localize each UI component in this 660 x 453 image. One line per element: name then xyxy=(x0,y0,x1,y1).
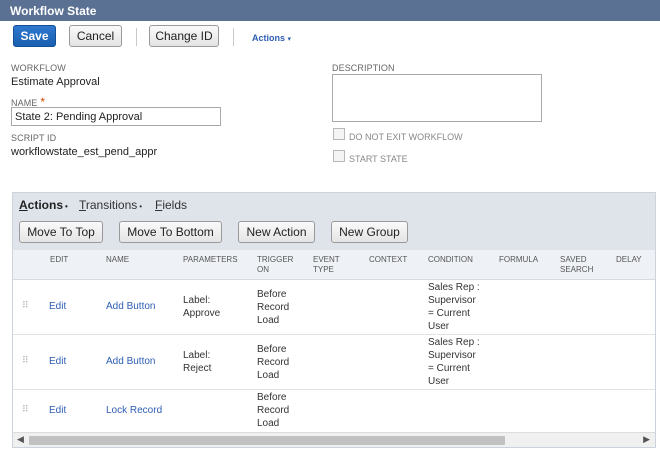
do-not-exit-workflow-label: DO NOT EXIT WORKFLOW xyxy=(349,132,463,142)
toolbar-divider xyxy=(136,28,137,46)
do-not-exit-workflow-checkbox[interactable] xyxy=(333,128,345,140)
title-bar: Workflow State xyxy=(0,0,660,21)
trigger-line: Before xyxy=(257,289,287,300)
workflow-label: WORKFLOW xyxy=(11,63,66,73)
column-context: CONTEXT xyxy=(369,255,408,264)
drag-handle-icon[interactable]: ⠿ xyxy=(22,356,29,365)
action-name-link[interactable]: Add Button xyxy=(106,355,155,368)
condition-cell: Sales Rep : Supervisor = Current User xyxy=(428,336,480,388)
trigger-line: Record xyxy=(257,302,290,313)
tab-transitions-marker: • xyxy=(139,202,143,211)
condition-cell: Sales Rep : Supervisor = Current User xyxy=(428,281,480,333)
save-button[interactable]: Save xyxy=(13,25,56,47)
column-trigger-on-line2: ON xyxy=(257,265,269,274)
action-name-link[interactable]: Add Button xyxy=(106,300,155,313)
trigger-on-cell: Before Record Load xyxy=(257,391,289,430)
tab-actions-marker: • xyxy=(65,202,68,211)
new-action-button[interactable]: New Action xyxy=(238,221,315,243)
condition-line: Sales Rep : xyxy=(428,282,480,293)
column-saved-search-line2: SEARCH xyxy=(560,265,594,274)
trigger-on-cell: Before Record Load xyxy=(257,343,289,382)
script-id-value: workflowstate_est_pend_appr xyxy=(11,146,158,158)
workflow-value: Estimate Approval xyxy=(11,76,100,88)
start-state-label: START STATE xyxy=(349,154,408,164)
edit-link[interactable]: Edit xyxy=(49,404,66,417)
grid-header: EDIT NAME PARAMETERS TRIGGER ON EVENT TY… xyxy=(13,250,655,280)
change-id-button[interactable]: Change ID xyxy=(149,25,219,47)
column-event-type: EVENT TYPE xyxy=(313,255,340,275)
condition-line: Sales Rep : xyxy=(428,337,480,348)
new-group-button[interactable]: New Group xyxy=(331,221,408,243)
column-parameters: PARAMETERS xyxy=(183,255,238,264)
toolbar-divider xyxy=(233,28,234,46)
trigger-line: Load xyxy=(257,315,280,326)
parameters-cell: Label: Reject xyxy=(183,349,211,375)
parameters-cell: Label: Approve xyxy=(183,294,220,320)
parameters-line: Reject xyxy=(183,363,212,374)
table-row[interactable]: ⠿ Edit Add Button Label: Approve Before … xyxy=(13,280,655,335)
trigger-line: Load xyxy=(257,370,280,381)
trigger-line: Load xyxy=(257,418,280,429)
cancel-button[interactable]: Cancel xyxy=(69,25,122,47)
tab-actions-hotkey: A xyxy=(19,198,28,212)
description-label: DESCRIPTION xyxy=(332,63,395,73)
trigger-on-cell: Before Record Load xyxy=(257,288,289,327)
move-to-bottom-button[interactable]: Move To Bottom xyxy=(119,221,222,243)
column-condition: CONDITION xyxy=(428,255,473,264)
edit-link[interactable]: Edit xyxy=(49,355,66,368)
condition-line: Supervisor xyxy=(428,295,476,306)
table-row[interactable]: ⠿ Edit Lock Record Before Record Load xyxy=(13,390,655,432)
page-title: Workflow State xyxy=(10,4,97,18)
actions-grid: EDIT NAME PARAMETERS TRIGGER ON EVENT TY… xyxy=(13,250,655,432)
column-saved-search-line1: SAVED xyxy=(560,255,587,264)
column-event-type-line2: TYPE xyxy=(313,265,334,274)
parameters-line: Label: xyxy=(183,350,211,361)
scrollbar-thumb[interactable] xyxy=(29,436,505,445)
drag-handle-icon[interactable]: ⠿ xyxy=(22,405,29,414)
column-event-type-line1: EVENT xyxy=(313,255,340,264)
script-id-label: SCRIPT ID xyxy=(11,133,57,143)
scroll-right-icon[interactable]: ▶ xyxy=(643,434,650,445)
name-input[interactable] xyxy=(11,107,221,126)
condition-line: Supervisor xyxy=(428,350,476,361)
trigger-line: Record xyxy=(257,405,290,416)
parameters-line: Label: xyxy=(183,295,211,306)
description-textarea[interactable] xyxy=(332,74,542,122)
actions-menu[interactable]: Actions ▾ xyxy=(252,33,291,43)
chevron-down-icon: ▾ xyxy=(287,36,292,43)
scroll-left-icon[interactable]: ◀ xyxy=(17,434,24,445)
column-delay: DELAY xyxy=(616,255,642,264)
trigger-line: Before xyxy=(257,392,287,403)
tab-actions-label: ctions xyxy=(27,198,64,212)
trigger-line: Record xyxy=(257,357,290,368)
table-row[interactable]: ⠿ Edit Add Button Label: Reject Before R… xyxy=(13,335,655,390)
tab-actions[interactable]: Actions • xyxy=(19,198,68,212)
condition-line: User xyxy=(428,376,450,387)
move-to-top-button[interactable]: Move To Top xyxy=(19,221,103,243)
condition-line: = Current xyxy=(428,308,470,319)
horizontal-scrollbar[interactable]: ◀ ▶ xyxy=(13,432,655,447)
tab-transitions-hotkey: T xyxy=(79,198,86,212)
parameters-line: Approve xyxy=(183,308,221,319)
column-formula: FORMULA xyxy=(499,255,539,264)
column-trigger-on-line1: TRIGGER xyxy=(257,255,294,264)
action-name-link[interactable]: Lock Record xyxy=(106,404,162,417)
condition-line: User xyxy=(428,321,450,332)
tab-transitions-label: ransitions xyxy=(85,198,138,212)
tab-fields[interactable]: Fields xyxy=(155,198,187,212)
column-trigger-on: TRIGGER ON xyxy=(257,255,293,275)
trigger-line: Before xyxy=(257,344,287,355)
start-state-checkbox[interactable] xyxy=(333,150,345,162)
column-edit: EDIT xyxy=(50,255,69,264)
actions-menu-label: Actions xyxy=(252,33,286,43)
drag-handle-icon[interactable]: ⠿ xyxy=(22,301,29,310)
column-name: NAME xyxy=(106,255,130,264)
column-saved-search: SAVED SEARCH xyxy=(560,255,593,275)
tab-transitions[interactable]: Transitions • xyxy=(79,198,142,212)
condition-line: = Current xyxy=(428,363,470,374)
tab-fields-label: ields xyxy=(162,198,188,212)
edit-link[interactable]: Edit xyxy=(49,300,66,313)
